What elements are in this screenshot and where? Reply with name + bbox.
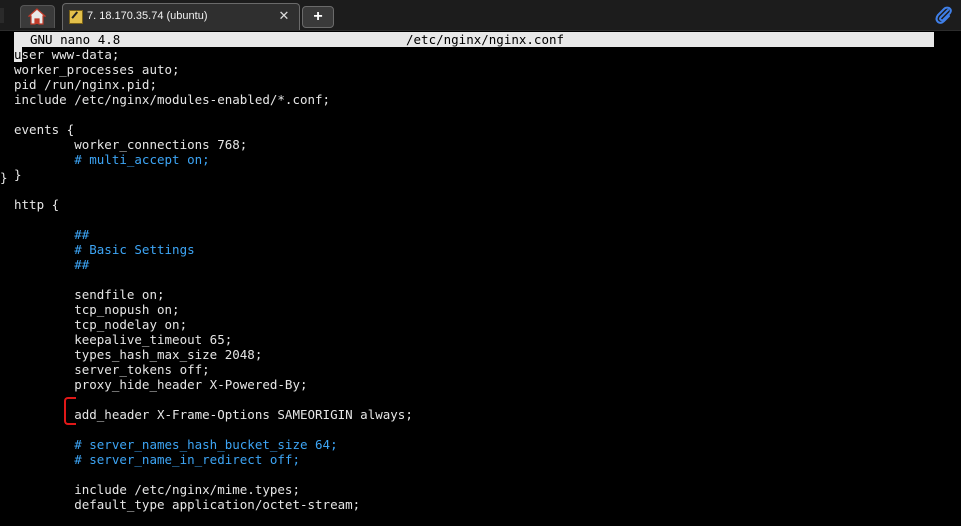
code-line[interactable]: events {	[14, 122, 413, 137]
code-line[interactable]: sendfile on;	[14, 287, 413, 302]
code-line[interactable]: tcp_nopush on;	[14, 302, 413, 317]
comment-line[interactable]: # server_names_hash_bucket_size 64;	[14, 437, 413, 452]
code-line[interactable]: include /etc/nginx/modules-enabled/*.con…	[14, 92, 413, 107]
code-line[interactable]	[14, 107, 413, 122]
previous-tab-edge[interactable]	[0, 8, 4, 23]
annotation-bracket	[64, 397, 76, 425]
code-line[interactable]: include /etc/nginx/mime.types;	[14, 482, 413, 497]
code-line[interactable]: http {	[14, 197, 413, 212]
terminal-session-icon	[69, 10, 83, 24]
terminal-pane[interactable]: GNU nano 4.8 /etc/nginx/nginx.conf user …	[0, 31, 961, 526]
comment-line[interactable]: ##	[14, 227, 413, 242]
line-text: ser www-data;	[21, 47, 120, 62]
code-line[interactable]	[14, 467, 413, 482]
comment-line[interactable]: # Basic Settings	[14, 242, 413, 257]
text-cursor: u	[14, 47, 22, 62]
new-tab-button[interactable]: +	[302, 6, 334, 28]
comment-line[interactable]: # multi_accept on;	[14, 152, 413, 167]
close-icon[interactable]: ✕	[277, 9, 291, 23]
code-line[interactable]: worker_processes auto;	[14, 62, 413, 77]
code-line[interactable]: user www-data;	[14, 47, 413, 62]
home-tab[interactable]	[20, 5, 55, 28]
tab-ssh-session[interactable]: 7. 18.170.35.74 (ubuntu) ✕	[62, 3, 300, 30]
code-line[interactable]: tcp_nodelay on;	[14, 317, 413, 332]
code-line[interactable]: worker_connections 768;	[14, 137, 413, 152]
home-icon	[28, 8, 46, 25]
code-line[interactable]: keepalive_timeout 65;	[14, 332, 413, 347]
code-line[interactable]: default_type application/octet-stream;	[14, 497, 413, 512]
code-line[interactable]: pid /run/nginx.pid;	[14, 77, 413, 92]
code-line[interactable]: proxy_hide_header X-Powered-By;	[14, 377, 413, 392]
editor-filename: /etc/nginx/nginx.conf	[406, 32, 565, 47]
code-line[interactable]	[14, 212, 413, 227]
code-line[interactable]: types_hash_max_size 2048;	[14, 347, 413, 362]
code-line[interactable]: server_tokens off;	[14, 362, 413, 377]
tab-title: 7. 18.170.35.74 (ubuntu)	[87, 10, 208, 22]
file-content[interactable]: user www-data; worker_processes auto; pid …	[14, 47, 413, 512]
code-line[interactable]	[14, 182, 413, 197]
comment-line[interactable]: ##	[14, 257, 413, 272]
plus-icon: +	[313, 8, 323, 25]
tab-bar: 7. 18.170.35.74 (ubuntu) ✕ +	[0, 0, 961, 31]
comment-line[interactable]: # server_name_in_redirect off;	[14, 452, 413, 467]
side-brace: }	[0, 170, 8, 185]
editor-version: GNU nano 4.8	[30, 32, 121, 47]
nano-title-bar: GNU nano 4.8 /etc/nginx/nginx.conf	[14, 32, 934, 47]
paperclip-icon[interactable]	[934, 5, 954, 25]
code-line[interactable]: }	[14, 167, 413, 182]
code-line[interactable]	[14, 272, 413, 287]
